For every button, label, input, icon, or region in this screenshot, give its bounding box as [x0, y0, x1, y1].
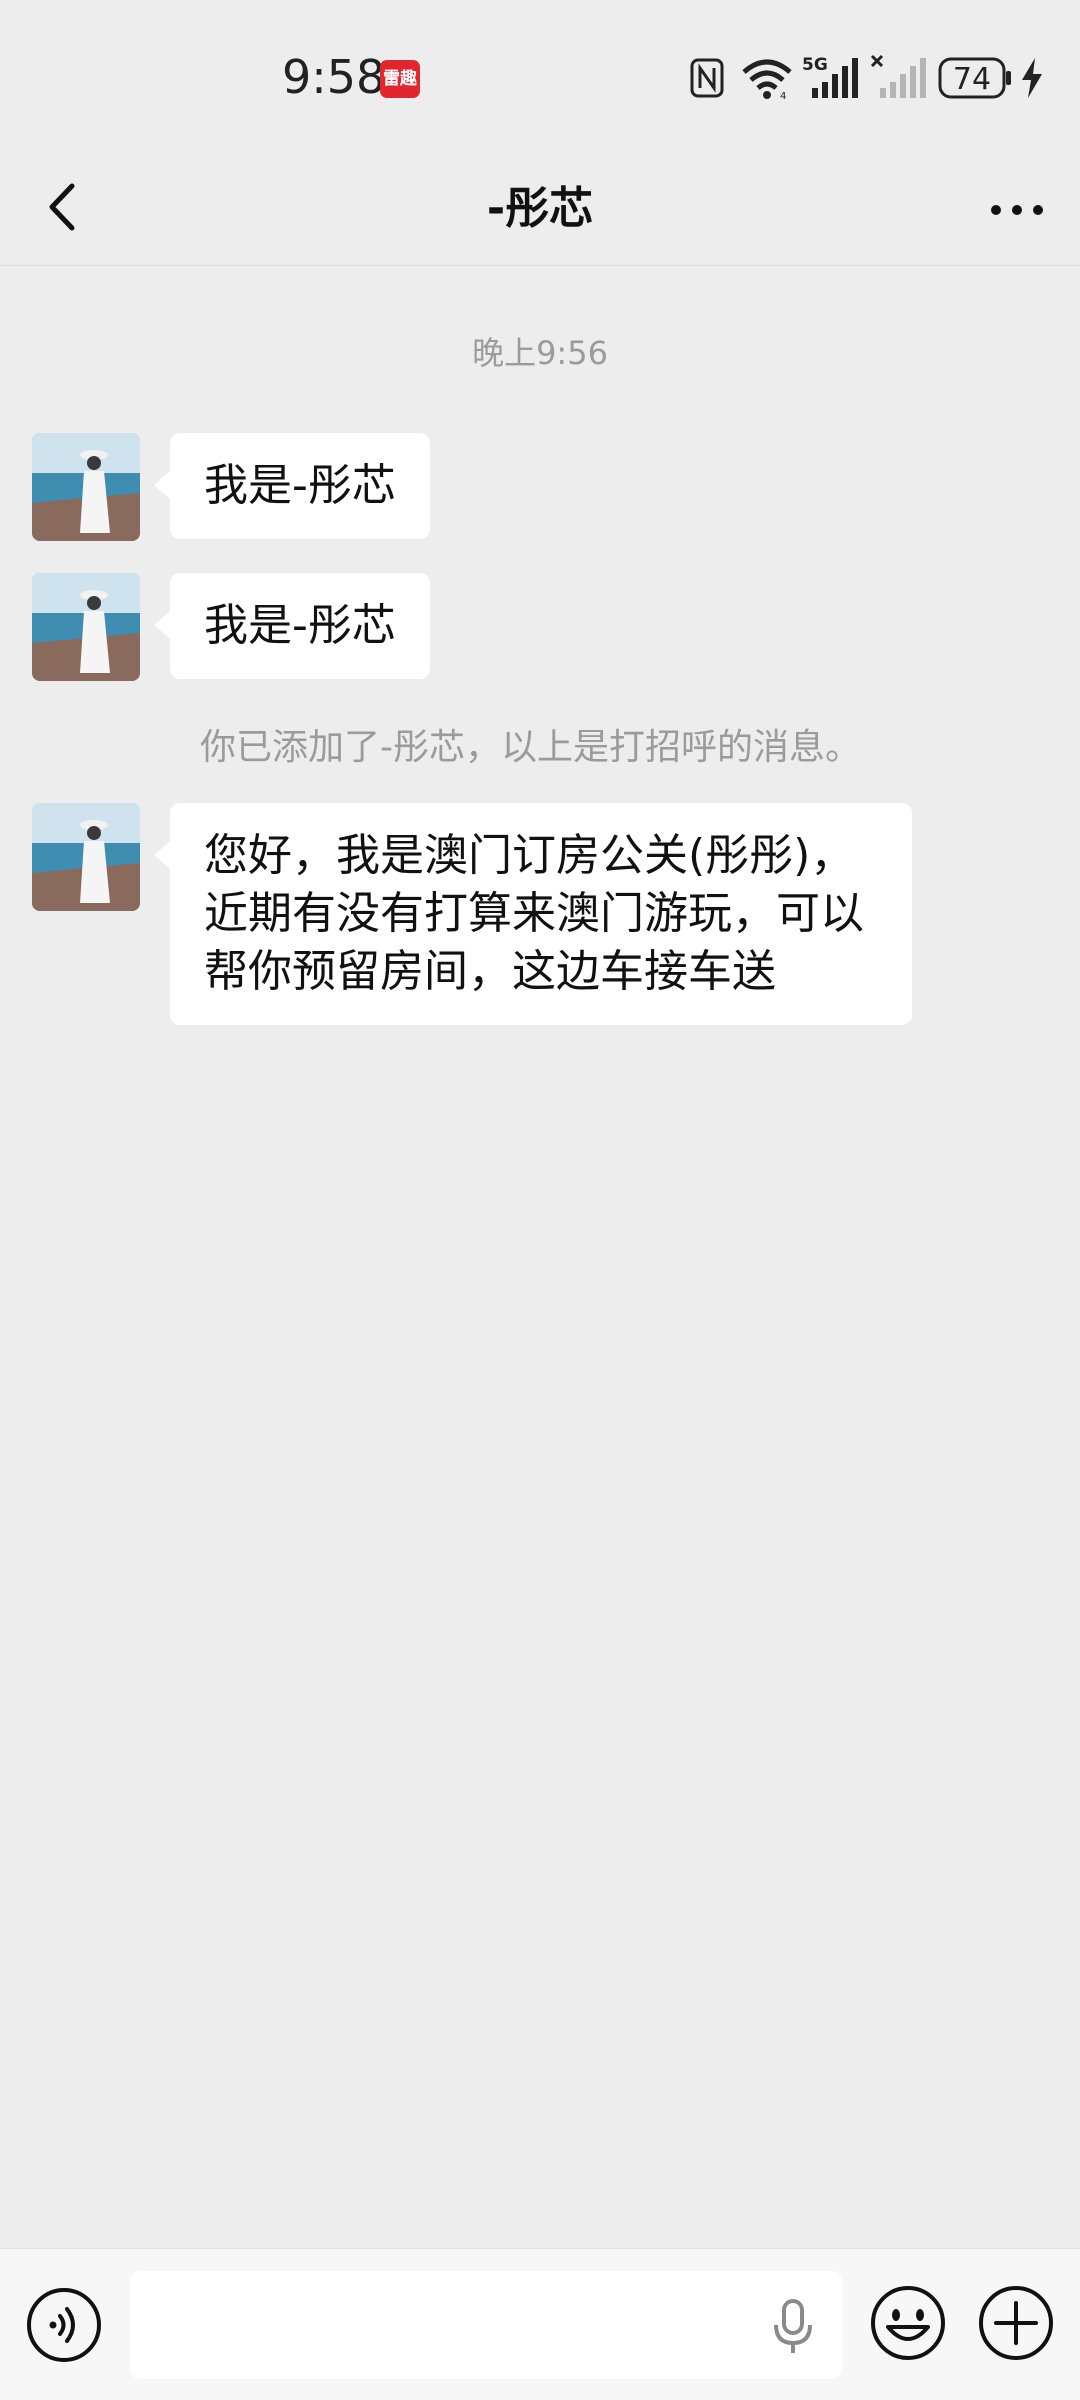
- status-icons: 4 5G 74: [690, 50, 1050, 110]
- signal-5g-icon: 5G: [802, 55, 858, 98]
- avatar-photo: [32, 433, 140, 541]
- voice-mode-button[interactable]: [26, 2287, 102, 2363]
- message-text-line: 您好，我是澳门订房公关(彤彤)，: [204, 830, 855, 881]
- nfc-icon: [690, 58, 724, 98]
- contact-avatar[interactable]: [32, 433, 140, 541]
- status-bar: 9:58 雷趣 4 5G 74: [0, 0, 1080, 150]
- message-bubble[interactable]: 我是-彤芯: [154, 573, 430, 679]
- avatar-photo: [32, 573, 140, 681]
- battery-level: 74: [952, 62, 992, 97]
- more-options-button[interactable]: [982, 180, 1052, 240]
- chat-screen: 9:58 雷趣 4 5G 74 -彤芯 晚上9:56 我是-彤芯 我是-彤芯 你…: [0, 0, 1080, 2400]
- more-dots-icon: [991, 205, 1043, 215]
- wifi-icon: 4: [742, 59, 792, 100]
- plus-circle-icon: [979, 2286, 1053, 2360]
- input-bar: [0, 2248, 1080, 2400]
- chat-header: -彤芯: [0, 150, 1080, 266]
- contact-avatar[interactable]: [32, 803, 140, 911]
- app-notification-badge: 雷趣: [380, 60, 420, 98]
- microphone-button[interactable]: [768, 2297, 818, 2357]
- message-text-line: 帮你预留房间，这边车接车送: [204, 946, 776, 997]
- signal-no-sim-icon: [870, 54, 926, 98]
- svg-text:4: 4: [780, 91, 786, 100]
- status-time: 9:58: [282, 50, 386, 104]
- emoji-button[interactable]: [868, 2283, 948, 2363]
- message-input[interactable]: [130, 2271, 842, 2379]
- charging-icon: [1022, 58, 1042, 98]
- avatar-photo: [32, 803, 140, 911]
- message-timestamp: 晚上9:56: [472, 334, 608, 372]
- emoji-icon: [871, 2286, 945, 2360]
- message-text: 我是-彤芯: [204, 600, 396, 651]
- svg-text:5G: 5G: [802, 55, 828, 75]
- message-text-line: 近期有没有打算来澳门游玩，可以: [204, 888, 864, 939]
- voice-mode-icon: [27, 2288, 101, 2362]
- system-notice: 你已添加了-彤芯，以上是打招呼的消息。: [200, 727, 861, 768]
- message-bubble[interactable]: 您好，我是澳门订房公关(彤彤)， 近期有没有打算来澳门游玩，可以 帮你预留房间，…: [154, 803, 912, 1025]
- microphone-icon: [774, 2299, 812, 2353]
- more-actions-button[interactable]: [976, 2283, 1056, 2363]
- chat-title: -彤芯: [486, 183, 594, 234]
- contact-avatar[interactable]: [32, 573, 140, 681]
- message-text: 我是-彤芯: [204, 460, 396, 511]
- message-bubble[interactable]: 我是-彤芯: [154, 433, 430, 539]
